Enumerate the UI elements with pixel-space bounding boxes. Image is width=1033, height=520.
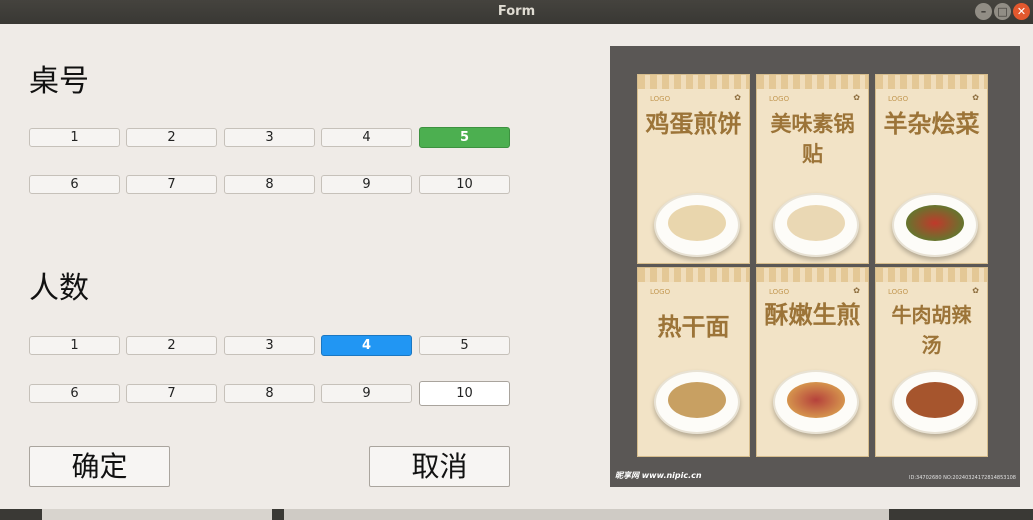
minimize-button[interactable]: – [975, 3, 992, 20]
food [906, 205, 964, 241]
panel-title: 酥嫩生煎 [764, 300, 861, 329]
panel-logo: LOGO [650, 95, 671, 103]
seal-mark: ✿ [972, 93, 979, 102]
cloud-pattern [757, 268, 868, 282]
food [668, 205, 726, 241]
image-id-text: ID:34702680 NO:20240324172814853108 [909, 475, 1016, 481]
people-count-button[interactable]: 7 [126, 384, 217, 403]
table-number-heading: 桌号 [29, 64, 89, 99]
seal-mark: ✿ [972, 286, 979, 295]
panel-title: 美味素锅贴 [770, 111, 855, 166]
people-count-button-selected[interactable]: 4 [321, 335, 412, 356]
table-number-button[interactable]: 8 [224, 175, 315, 194]
watermark-text: 昵享网 www.nipic.cn [615, 471, 702, 480]
people-count-button[interactable]: 5 [419, 336, 510, 355]
panel-logo: LOGO [888, 95, 909, 103]
people-count-button-focused[interactable]: 10 [419, 381, 510, 406]
seal-mark: ✿ [853, 93, 860, 102]
cloud-pattern [876, 75, 987, 89]
cloud-pattern [876, 268, 987, 282]
dish-image [773, 193, 859, 257]
panel-title: 热干面 [657, 312, 730, 341]
window-title: Form [497, 4, 536, 19]
cloud-pattern [757, 75, 868, 89]
cloud-pattern [638, 75, 749, 89]
form-window: Form – □ ✕ 桌号 1 2 3 4 5 6 7 8 9 10 人数 1 … [0, 0, 1033, 509]
panel-logo: LOGO [888, 288, 909, 296]
table-number-button[interactable]: 1 [29, 128, 120, 147]
background-window-fragment [42, 509, 272, 520]
dish-image [654, 193, 740, 257]
menu-panel: LOGO ✿ 牛肉胡辣汤 [875, 267, 988, 457]
table-number-button[interactable]: 10 [419, 175, 510, 194]
panel-logo: LOGO [650, 288, 671, 296]
table-number-button[interactable]: 3 [224, 128, 315, 147]
background-window-fragment [284, 509, 889, 520]
food [787, 205, 845, 241]
minimize-icon: – [980, 5, 987, 18]
people-count-button[interactable]: 6 [29, 384, 120, 403]
cancel-button[interactable]: 取消 [369, 446, 510, 487]
panel-title: 羊杂烩菜 [883, 109, 980, 138]
cloud-pattern [638, 268, 749, 282]
table-number-button-selected[interactable]: 5 [419, 127, 510, 148]
people-count-button[interactable]: 1 [29, 336, 120, 355]
table-number-button[interactable]: 6 [29, 175, 120, 194]
people-count-button[interactable]: 9 [321, 384, 412, 403]
confirm-button[interactable]: 确定 [29, 446, 170, 487]
title-bar: Form – □ ✕ [0, 0, 1033, 24]
table-number-button[interactable]: 4 [321, 128, 412, 147]
menu-panel: LOGO ✿ 鸡蛋煎饼 [637, 74, 750, 264]
dish-image [654, 370, 740, 434]
panel-logo: LOGO [769, 288, 790, 296]
menu-image: LOGO ✿ 鸡蛋煎饼 LOGO ✿ 美味素锅贴 LOGO ✿ 羊杂烩菜 LOG… [610, 46, 1020, 487]
seal-mark: ✿ [734, 93, 741, 102]
people-count-button[interactable]: 3 [224, 336, 315, 355]
close-button[interactable]: ✕ [1013, 3, 1030, 20]
menu-panel: LOGO ✿ 羊杂烩菜 [875, 74, 988, 264]
food [906, 382, 964, 418]
panel-logo: LOGO [769, 95, 790, 103]
people-count-button[interactable]: 2 [126, 336, 217, 355]
panel-title: 鸡蛋煎饼 [645, 109, 742, 138]
food [787, 382, 845, 418]
maximize-icon: □ [997, 5, 1008, 18]
close-icon: ✕ [1016, 5, 1027, 18]
maximize-button[interactable]: □ [994, 3, 1011, 20]
table-number-button[interactable]: 7 [126, 175, 217, 194]
menu-panel: LOGO ✿ 酥嫩生煎 [756, 267, 869, 457]
dish-image [892, 370, 978, 434]
table-number-button[interactable]: 2 [126, 128, 217, 147]
table-number-button[interactable]: 9 [321, 175, 412, 194]
people-count-heading: 人数 [29, 271, 89, 306]
dish-image [773, 370, 859, 434]
seal-mark: ✿ [853, 286, 860, 295]
people-count-button[interactable]: 8 [224, 384, 315, 403]
menu-panel: LOGO 热干面 [637, 267, 750, 457]
food [668, 382, 726, 418]
dish-image [892, 193, 978, 257]
menu-panel: LOGO ✿ 美味素锅贴 [756, 74, 869, 264]
panel-title: 牛肉胡辣汤 [891, 303, 972, 357]
